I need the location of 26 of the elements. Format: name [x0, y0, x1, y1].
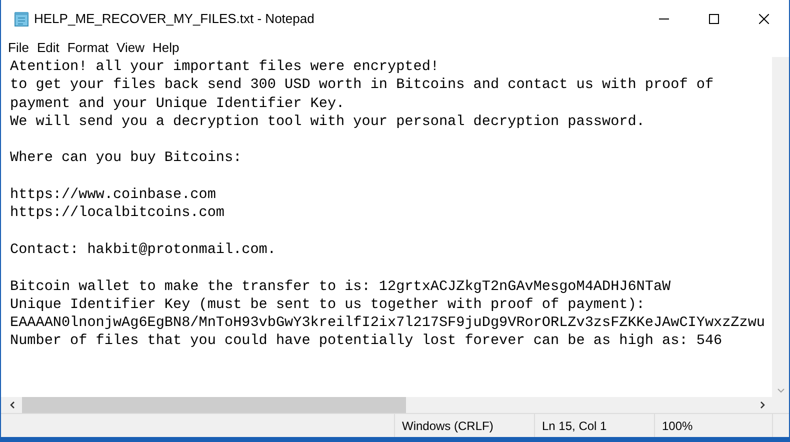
text-line: https://www.coinbase.com [10, 186, 216, 204]
status-text: Windows (CRLF) [402, 418, 494, 434]
menu-item[interactable]: Edit [32, 38, 64, 58]
text-line: Number of files that you could have potentially lost forever can be as high as: 546 [10, 332, 722, 351]
menu-item[interactable]: Help [148, 38, 184, 58]
notepad-icon [14, 11, 30, 27]
text-line: Bitcoin wallet to make the transfer to is: 12grtxACJZkgT2nGAvMesgoM4ADHJ6NTaW [10, 278, 671, 296]
text-line: EAAAAN0lnonjwAg6EgBN8/MnToH93vbGwY3kreilfI2ix7l217SF9juDg9VRorORLZv3zsFZKKeJAwCIYwxzZzwu [10, 314, 765, 332]
text-line: Unique Identifier Key (must be sent to us together with proof of payment): [10, 296, 645, 314]
text-line: payment and your Unique Identifier Key. [10, 94, 345, 113]
menu-item[interactable]: File [4, 38, 33, 58]
text-line: Contact: hakbit@protonmail.com. [10, 240, 276, 260]
text-line: to get your files back send 300 USD worth in Bitcoins and contact us with proof of [10, 76, 714, 95]
maximize-icon [709, 14, 719, 24]
scrollbar-thumb[interactable] [22, 397, 406, 413]
text-line: Atention! all your important files were encrypted! [10, 58, 439, 76]
text-line: We will send you a decryption tool with your personal decryption password. [10, 112, 645, 132]
status-text: Ln 15, Col 1 [542, 418, 607, 434]
status-text: 100% [662, 418, 693, 434]
vertical-scrollbar[interactable] [772, 57, 789, 397]
menu-item[interactable]: View [112, 38, 148, 58]
text-line: Where can you buy Bitcoins: [10, 149, 242, 168]
text-line: https://localbitcoins.com [10, 204, 224, 223]
window-title: HELP_ME_RECOVER_MY_FILES.txt - Notepad [34, 10, 314, 28]
menu-item[interactable]: Format [63, 38, 113, 58]
close-icon [759, 14, 769, 24]
